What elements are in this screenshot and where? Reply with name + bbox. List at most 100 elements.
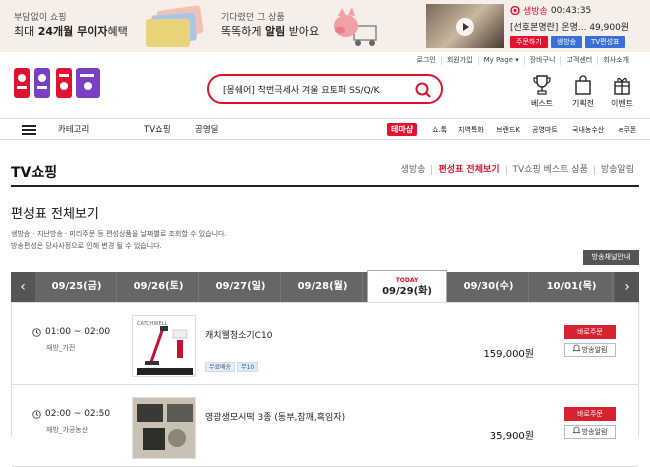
time-range: 02:00 ~ 02:50 [45, 409, 111, 419]
signup-link[interactable]: 회원가입 [440, 56, 478, 65]
customer-center-link[interactable]: 고객센터 [560, 56, 597, 65]
product-name[interactable]: 캐치웰청소기C10 [205, 328, 272, 341]
alarm-line1: 기다렸던 그 상품 [221, 13, 285, 23]
shopping-bag-icon [575, 75, 591, 95]
date-tab[interactable]: 09/25(금) [37, 272, 117, 302]
top-banner: 부담없이 쇼핑 최대 24개월 무이자혜택 기다렸던 그 상품 똑똑하게 알림 … [0, 0, 650, 52]
description-line1: 생방송 · 지난방송 · 미리주문 등 편성상품을 날짜별로 조회할 수 있습니… [11, 230, 227, 238]
subnav-alarm[interactable]: 방송알림 [593, 165, 640, 175]
today-date: 09/29(화) [382, 286, 432, 297]
product-price: 35,900원 [489, 431, 534, 442]
subnav-live[interactable]: 생방송 [395, 165, 432, 175]
date-tab[interactable]: 09/28(월) [283, 272, 363, 302]
live-order-button[interactable]: 주문하기 [510, 36, 548, 48]
company-info-link[interactable]: 회사소개 [597, 56, 634, 65]
subnav-best[interactable]: TV쇼핑 베스트 상품 [505, 165, 594, 175]
search-icon[interactable] [415, 82, 431, 98]
next-date-button[interactable]: › [615, 272, 639, 302]
description: 생방송 · 지난방송 · 미리주문 등 편성상품을 날짜별로 조회할 수 있습니… [11, 228, 227, 252]
date-tab[interactable]: 09/27(일) [201, 272, 281, 302]
page-title: TV쇼핑 [11, 165, 58, 181]
theme-item-show-talk[interactable]: 쇼.톡 [432, 125, 447, 135]
theme-item-brand-k[interactable]: 브랜드K [496, 125, 520, 135]
live-video-thumbnail[interactable] [426, 4, 504, 48]
installment-line2-bold: 24개월 무이자 [37, 25, 108, 38]
rice-cake-image [133, 398, 195, 458]
best-label: 베스트 [530, 99, 554, 108]
nav-gongyoung-deal[interactable]: 공영딜 [195, 123, 218, 135]
product-tags: 무료배송 무10 [205, 362, 259, 372]
theme-item-ecoupon[interactable]: e쿠폰 [619, 125, 636, 135]
alarm-line2-bold: 알림 [264, 25, 286, 38]
today-label: TODAY [395, 277, 419, 284]
best-shortcut[interactable]: 베스트 [524, 74, 560, 114]
broadcast-alarm-button[interactable]: 방송알림 [564, 343, 616, 357]
trophy-icon [533, 75, 551, 95]
broadcast-time: 01:00 ~ 02:00 [32, 327, 110, 337]
cart-link[interactable]: 장바구니 [523, 56, 561, 65]
theme-shop-badge[interactable]: 테마샵 [387, 123, 418, 136]
live-camera-icon [510, 6, 520, 15]
schedule-row: 02:00 ~ 02:50 재방_가공농산 영광생모시떡 3종 (동부,참깨,흑… [12, 385, 638, 467]
login-link[interactable]: 로그인 [412, 56, 441, 65]
alarm-line2-suffix: 받아요 [285, 25, 320, 38]
product-thumbnail[interactable] [132, 397, 196, 459]
tv-schedule-button[interactable]: TV편성표 [585, 36, 626, 48]
theme-item-regional[interactable]: 지역특화 [458, 125, 484, 135]
free-shipping-tag: 무료배송 [205, 362, 236, 372]
alarm-label: 방송알림 [581, 346, 608, 354]
live-badge: 생방송 [523, 7, 548, 17]
mypage-link[interactable]: My Page ▾ [477, 56, 524, 65]
prev-date-button[interactable]: ‹ [11, 272, 35, 302]
time-range: 01:00 ~ 02:00 [45, 327, 111, 337]
gongyoung-shopping-logo[interactable] [12, 64, 104, 102]
gift-icon [614, 77, 630, 95]
vacuum-cleaner-image: CATCHWELL [133, 316, 195, 376]
installment-line2-suffix: 혜택 [107, 25, 128, 38]
live-timer: 00:43:35 [550, 5, 592, 16]
channel-info-button[interactable]: 방송채널안내 [583, 250, 639, 265]
alarm-label: 방송알림 [581, 428, 608, 436]
special-label: 기획전 [571, 99, 595, 108]
title-divider [11, 185, 639, 187]
date-bar: ‹ 09/25(금) 09/26(토) 09/27(일) 09/28(월) TO… [11, 270, 639, 302]
event-label: 이벤트 [610, 99, 634, 108]
alarm-banner[interactable]: 기다렸던 그 상품 똑똑하게 알림 받아요 [221, 11, 319, 39]
channel-label: 재방_가공농산 [46, 426, 89, 434]
product-price: 159,000원 [483, 349, 534, 360]
installment-banner[interactable]: 부담없이 쇼핑 최대 24개월 무이자혜택 [14, 11, 128, 39]
hamburger-menu-icon[interactable] [22, 125, 36, 135]
date-tab-today[interactable]: TODAY 09/29(화) [367, 270, 447, 302]
installment-line2-prefix: 최대 [14, 25, 38, 38]
installment-line1: 부담없이 쇼핑 [14, 13, 67, 23]
buy-now-button[interactable]: 바로주문 [564, 407, 616, 421]
product-thumbnail[interactable]: CATCHWELL [132, 315, 196, 377]
clock-icon [32, 409, 41, 419]
theme-item-domestic[interactable]: 국내농수산 [572, 125, 604, 135]
alarm-line2-prefix: 똑똑하게 [221, 25, 265, 38]
header: 로그인 회원가입 My Page ▾ 장바구니 고객센터 회사소개 [몽쉐어] … [0, 52, 650, 118]
live-button[interactable]: 생방송 [550, 36, 583, 48]
play-icon[interactable] [456, 18, 474, 36]
subnav-schedule[interactable]: 편성표 전체보기 [431, 165, 505, 175]
nav-tv-shopping[interactable]: TV쇼핑 [144, 123, 171, 135]
nav-category[interactable]: 카테고리 [58, 123, 89, 135]
buy-now-button[interactable]: 바로주문 [564, 325, 616, 339]
channel-label: 재방_가전 [46, 344, 76, 352]
credit-cards-image [140, 5, 204, 47]
date-tab[interactable]: 09/30(수) [449, 272, 529, 302]
live-price: 49,900원 [589, 23, 630, 33]
section-title: 편성표 전체보기 [11, 207, 99, 222]
bell-icon [571, 344, 581, 352]
theme-item-mart[interactable]: 공영마트 [532, 125, 558, 135]
date-tab[interactable]: 09/26(토) [119, 272, 199, 302]
special-shortcut[interactable]: 기획전 [565, 74, 601, 114]
product-name[interactable]: 영광생모시떡 3종 (동부,참깨,흑임자) [205, 410, 345, 423]
live-product[interactable]: [선호본명란] 온명... [510, 23, 586, 33]
broadcast-time: 02:00 ~ 02:50 [32, 409, 110, 419]
date-tab[interactable]: 10/01(목) [531, 272, 613, 302]
event-shortcut[interactable]: 이벤트 [604, 74, 640, 114]
bell-icon [571, 426, 581, 434]
search-input[interactable]: [몽쉐어] 착번극세사 겨울 요토퍼 SS/Q/K [223, 83, 380, 96]
search-box[interactable]: [몽쉐어] 착번극세사 겨울 요토퍼 SS/Q/K [207, 74, 443, 104]
